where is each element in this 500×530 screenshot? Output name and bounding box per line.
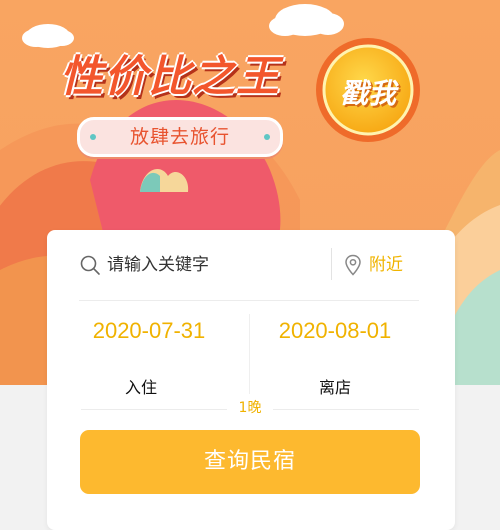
- checkin-date[interactable]: 2020-07-31: [49, 318, 249, 344]
- pill-dot-right: [264, 134, 270, 140]
- checkin-label: 入住: [124, 378, 157, 397]
- search-divider: [331, 248, 332, 280]
- query-homestay-button[interactable]: 查询民宿: [80, 430, 420, 494]
- poke-coin-button[interactable]: 戳我: [316, 72, 420, 112]
- banner-subtitle-pill: 放肆去旅行: [77, 117, 283, 157]
- search-icon: [80, 255, 100, 275]
- checkout-date[interactable]: 2020-08-01: [235, 318, 435, 344]
- nearby-button[interactable]: 附近: [369, 254, 403, 276]
- divider: [79, 300, 419, 301]
- checkout-label: 离店: [318, 378, 351, 397]
- nights-count: 1晚: [227, 397, 273, 417]
- search-row: 请输入关键字 附近: [47, 230, 455, 300]
- booking-card: 请输入关键字 附近 2020-07-31 2020-08-01 入住 离店 1晚…: [47, 230, 455, 530]
- divider: [81, 409, 231, 410]
- divider: [269, 409, 419, 410]
- banner-subtitle: 放肆去旅行: [129, 126, 230, 148]
- search-input[interactable]: 请输入关键字: [107, 254, 209, 276]
- banner-title: 性价比之王: [60, 52, 280, 102]
- location-pin-icon[interactable]: [344, 254, 362, 276]
